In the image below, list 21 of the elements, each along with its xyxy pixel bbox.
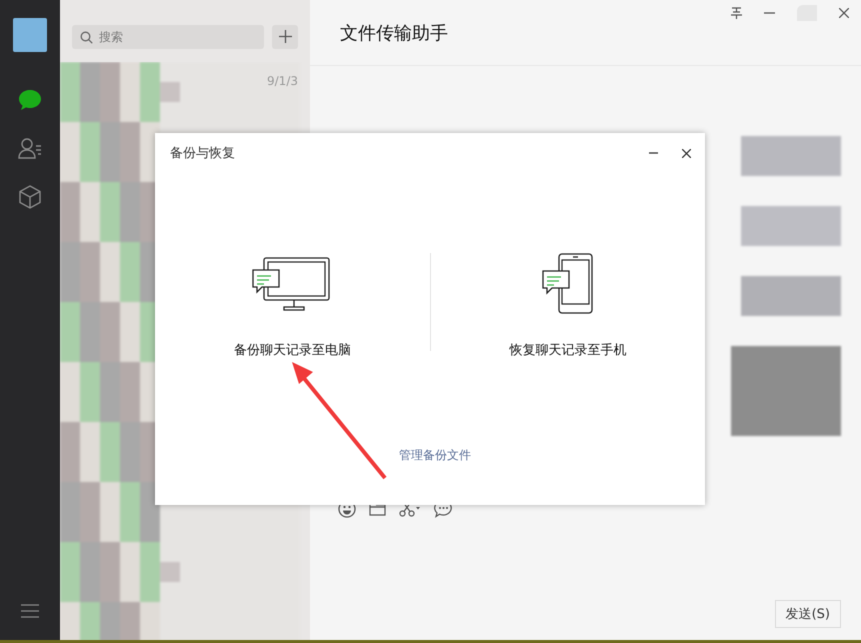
menu-icon[interactable] [21, 604, 39, 618]
chat-title: 文件传输助手 [340, 22, 448, 44]
send-button[interactable]: 发送(S) [774, 600, 841, 628]
pin-icon[interactable] [731, 7, 742, 19]
plus-icon [278, 30, 292, 43]
contacts-icon[interactable] [18, 137, 42, 159]
chat-icon[interactable] [18, 89, 42, 111]
phone-chat-icon [542, 253, 594, 315]
option-label[interactable]: 备份聊天记录至电脑 [234, 341, 351, 359]
search-field[interactable]: 搜索 [72, 24, 264, 48]
dialog-title: 备份与恢复 [170, 145, 236, 162]
option-label[interactable]: 恢复聊天记录至手机 [509, 341, 626, 359]
cube-icon[interactable] [19, 185, 41, 209]
minimize-icon[interactable] [649, 152, 658, 154]
folder-icon[interactable] [369, 502, 386, 516]
manage-backups-link[interactable]: 管理备份文件 [399, 447, 471, 464]
close-icon[interactable] [839, 8, 849, 18]
add-button[interactable] [272, 24, 298, 48]
close-icon[interactable] [682, 148, 691, 158]
chat-time: 9/1/3 [267, 74, 298, 88]
minimize-icon[interactable] [764, 12, 775, 14]
